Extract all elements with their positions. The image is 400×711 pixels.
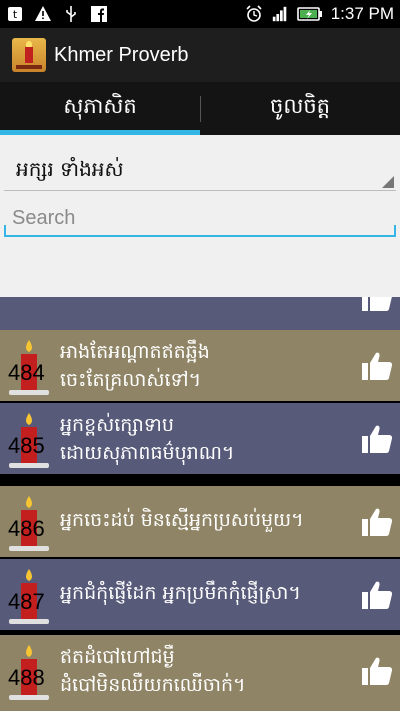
- thumbs-up-icon[interactable]: [360, 579, 394, 611]
- thumbs-up-icon[interactable]: [360, 506, 394, 538]
- proverb-text: អ្នកចេះដប់ មិនស្មើអ្នកប្រសប់មួយ។: [60, 506, 350, 534]
- thumbs-up-icon[interactable]: [360, 297, 394, 313]
- proverb-text: អាងតែអណ្ដាតឥតឆ្អឹង ចេះតែគ្រលាស់ទៅ។: [60, 338, 350, 394]
- signal-icon: [271, 5, 289, 23]
- tab-proverbs[interactable]: សុភាសិត: [0, 82, 200, 135]
- filter-panel: អក្សរ ទាំងអស់: [0, 135, 400, 297]
- proverb-number: 484: [8, 360, 45, 385]
- list-item[interactable]: 487 អ្នកជំកុំផ្ញើដែក អ្នកប្រមឹកកុំផ្ញើស្…: [0, 559, 400, 630]
- dropdown-selected-value: អក្សរ ទាំងអស់: [16, 157, 124, 181]
- list-item[interactable]: 485 អ្នកខ្ពស់ក្សោទាប ដោយសុភាពធម៌បុរាណ។: [0, 403, 400, 474]
- proverb-line: អាងតែអណ្ដាតឥតឆ្អឹង: [60, 341, 210, 363]
- alarm-icon: [245, 5, 263, 23]
- proverb-line: អ្នកជំកុំផ្ញើដែក អ្នកប្រមឹកកុំផ្ញើស្រា។: [60, 582, 301, 604]
- tab-label: សុភាសិត: [63, 94, 137, 118]
- app-logo-icon: [12, 38, 46, 72]
- proverb-text: អ្នកខ្ពស់ក្សោទាប ដោយសុភាពធម៌បុរាណ។: [60, 411, 350, 467]
- tab-favorites[interactable]: ចូលចិត្ត: [200, 82, 400, 135]
- proverb-line: អ្នកខ្ពស់ក្សោទាប: [60, 414, 174, 436]
- search-underline-left: [4, 225, 6, 237]
- battery-icon: [296, 5, 323, 23]
- proverb-line: អ្នកចេះដប់ មិនស្មើអ្នកប្រសប់មួយ។: [60, 509, 304, 531]
- list-item[interactable]: 484 អាងតែអណ្ដាតឥតឆ្អឹង ចេះតែគ្រលាស់ទៅ។: [0, 330, 400, 401]
- tab-label: ចូលចិត្ត: [270, 94, 330, 118]
- list-item[interactable]: 486 អ្នកចេះដប់ មិនស្មើអ្នកប្រសប់មួយ។: [0, 486, 400, 557]
- proverb-line: ដោយសុភាពធម៌បុរាណ។: [60, 442, 235, 464]
- proverb-number: 486: [8, 516, 45, 541]
- proverb-text: ឥតដំបៅហៅជម្ងឺ ដំបៅមិនឈឺយកឈើចាក់។: [60, 643, 350, 699]
- svg-text:t: t: [13, 8, 18, 21]
- search-underline-right: [394, 225, 396, 237]
- thumbs-up-icon[interactable]: [360, 423, 394, 455]
- notification-icon: t: [6, 5, 24, 23]
- search-input[interactable]: [4, 201, 396, 237]
- list-item[interactable]: [0, 297, 400, 330]
- list-item[interactable]: 488 ឥតដំបៅហៅជម្ងឺ ដំបៅមិនឈឺយកឈើចាក់។: [0, 635, 400, 711]
- proverb-text: អ្នកជំកុំផ្ញើដែក អ្នកប្រមឹកកុំផ្ញើស្រា។: [60, 579, 350, 607]
- status-bar: t 1:37 PM: [0, 0, 400, 28]
- status-time: 1:37 PM: [330, 4, 394, 23]
- proverb-line: ឥតដំបៅហៅជម្ងឺ: [60, 646, 175, 668]
- thumbs-up-icon[interactable]: [360, 350, 394, 382]
- warning-icon: [34, 5, 52, 23]
- usb-icon: [62, 5, 80, 23]
- app-title: Khmer Proverb: [54, 43, 189, 66]
- thumbs-up-icon[interactable]: [360, 655, 394, 687]
- tab-bar: សុភាសិត ចូលចិត្ត: [0, 82, 400, 135]
- proverb-line: ចេះតែគ្រលាស់ទៅ។: [60, 369, 202, 391]
- letter-filter-dropdown[interactable]: អក្សរ ទាំងអស់: [4, 143, 396, 191]
- proverb-list[interactable]: 484 អាងតែអណ្ដាតឥតឆ្អឹង ចេះតែគ្រលាស់ទៅ។ 4…: [0, 297, 400, 711]
- proverb-line: ដំបៅមិនឈឺយកឈើចាក់។: [60, 674, 246, 696]
- proverb-number: 487: [8, 589, 45, 614]
- proverb-number: 488: [8, 665, 45, 690]
- dropdown-arrow-icon: [382, 176, 394, 188]
- facebook-icon: [90, 5, 108, 23]
- action-bar: Khmer Proverb: [0, 28, 400, 82]
- proverb-number: 485: [8, 433, 45, 458]
